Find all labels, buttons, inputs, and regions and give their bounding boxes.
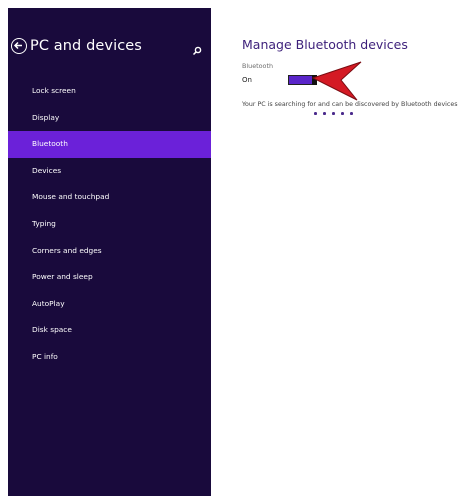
sidebar-item-mouse-and-touchpad[interactable]: Mouse and touchpad [8,184,211,211]
search-status-text: Your PC is searching for and can be disc… [242,101,458,108]
back-arrow-icon[interactable] [11,38,27,54]
sidebar-item-autoplay[interactable]: AutoPlay [8,291,211,318]
sidebar: PC and devices Lock screen Display Bluet… [8,8,211,496]
sidebar-nav: Lock screen Display Bluetooth Devices Mo… [8,78,211,371]
bluetooth-state: On [242,76,252,84]
sidebar-item-corners-and-edges[interactable]: Corners and edges [8,238,211,265]
sidebar-item-pc-info[interactable]: PC info [8,344,211,371]
progress-dot [350,112,353,115]
page-title: PC and devices [30,38,142,54]
progress-dot [341,112,344,115]
sidebar-item-typing[interactable]: Typing [8,211,211,238]
progress-dots [314,112,370,118]
progress-dot [332,112,335,115]
sidebar-item-devices[interactable]: Devices [8,158,211,185]
search-icon[interactable] [192,41,202,56]
main-heading: Manage Bluetooth devices [242,37,408,52]
sidebar-item-bluetooth[interactable]: Bluetooth [8,131,211,158]
progress-dot [314,112,317,115]
sidebar-item-lock-screen[interactable]: Lock screen [8,78,211,105]
progress-dot [323,112,326,115]
sidebar-item-disk-space[interactable]: Disk space [8,317,211,344]
sidebar-item-power-and-sleep[interactable]: Power and sleep [8,264,211,291]
sidebar-header: PC and devices [8,36,211,64]
annotation-arrow-icon [311,61,362,101]
bluetooth-label: Bluetooth [242,62,274,70]
sidebar-item-display[interactable]: Display [8,105,211,132]
